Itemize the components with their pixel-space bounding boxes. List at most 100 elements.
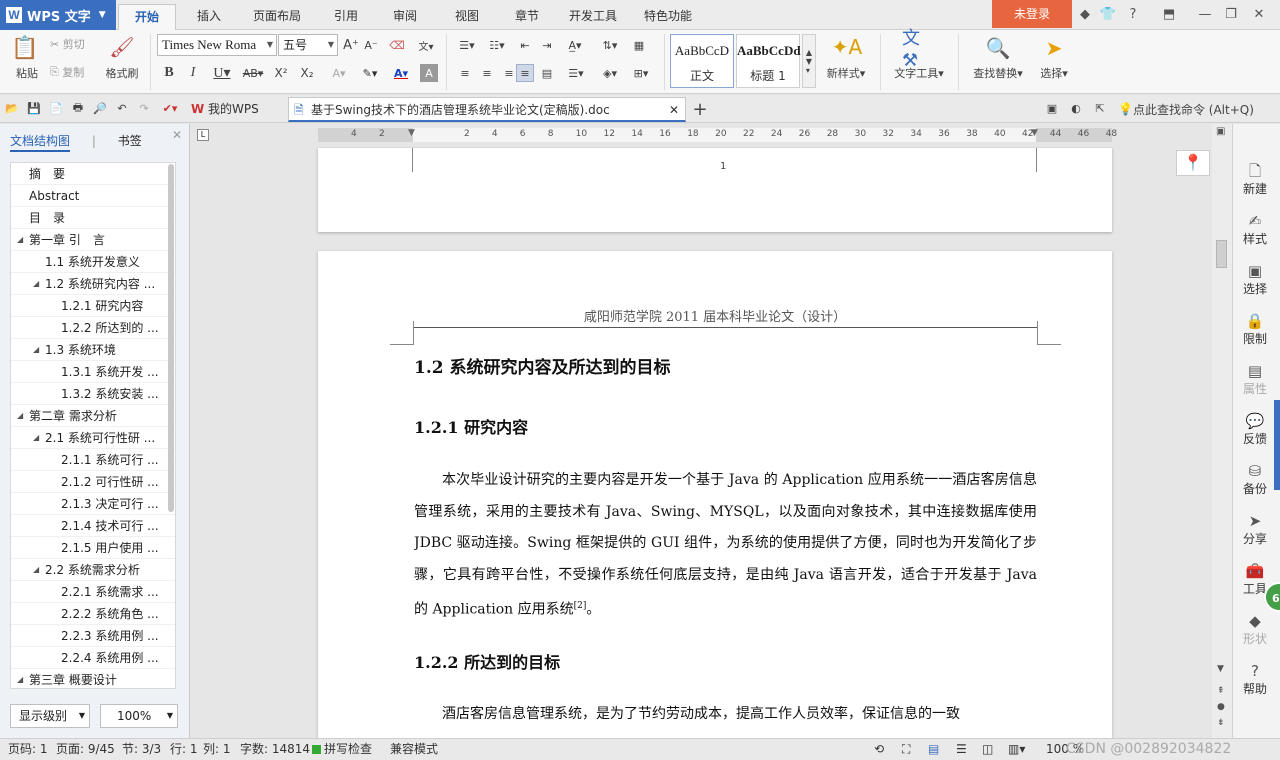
menu-tab-developer[interactable]: 开发工具 [556, 4, 630, 30]
side-button-share[interactable]: ➤ 分享 [1233, 512, 1277, 547]
font-color-icon[interactable]: A▾ [388, 64, 414, 82]
font-size-select[interactable]: 五号 ▼ [278, 34, 338, 56]
expand-triangle-icon[interactable]: ◢ [17, 229, 23, 250]
outline-item[interactable]: Abstract [11, 185, 175, 207]
char-shading-icon[interactable]: A [420, 64, 438, 82]
outline-scrollbar[interactable] [168, 164, 174, 512]
clear-format-icon[interactable]: ⌫ [388, 36, 406, 54]
text-effect-icon[interactable]: A▾ [326, 64, 352, 82]
text-direction-icon[interactable]: A̲▾ [562, 36, 588, 54]
status-page[interactable]: 页面: 9/45 [56, 739, 115, 760]
panel-zoom-select[interactable]: 100% ▼ [100, 704, 178, 728]
tab-bookmarks[interactable]: 书签 [118, 134, 142, 148]
horizontal-ruler[interactable]: 4 2 2 4 6 8 10 12 14 16 18 20 22 24 26 28 30 32 34 36 38 40 42… [318, 128, 1117, 142]
outline-item[interactable]: 摘 要 [11, 163, 175, 185]
level-select[interactable]: 显示级别 ▼ [10, 704, 90, 728]
style-normal[interactable]: AaBbCcD 正文 [670, 34, 734, 88]
outline-item[interactable]: 1.2.2 所达到的 ... [11, 317, 175, 339]
decrease-indent-icon[interactable]: ⇤ [516, 36, 534, 54]
menu-tab-review[interactable]: 审阅 [378, 4, 432, 30]
open-icon[interactable]: 📂 [4, 100, 20, 116]
format-painter-icon[interactable]: 🖌 [104, 34, 140, 60]
outline-item[interactable]: 2.1.5 用户使用 ... [11, 537, 175, 559]
outline-item[interactable]: ◢ 2.2 系统需求分析 [11, 559, 175, 581]
new-style-icon[interactable]: ✦A [830, 34, 864, 60]
next-page-icon[interactable]: ⇟ [1217, 718, 1225, 728]
ruler-toggle-icon[interactable]: L [197, 129, 209, 141]
outline-item[interactable]: ◢ 第二章 需求分析 [11, 405, 175, 427]
history-icon[interactable]: ⟲ [874, 739, 884, 760]
menu-tab-home[interactable]: 开始 [118, 4, 176, 30]
numbered-list-icon[interactable]: ☷▾ [484, 36, 510, 54]
web-view-icon[interactable]: ◫ [982, 739, 993, 760]
side-button-shape[interactable]: ◆ 形状 [1233, 612, 1277, 647]
app-menu-button[interactable]: W WPS 文字 ▼ [0, 0, 116, 30]
help-icon[interactable]: ? [1124, 6, 1142, 24]
tab-document-map[interactable]: 文档结构图 [10, 134, 71, 152]
outline-item[interactable]: 2.2.2 系统角色 ... [11, 603, 175, 625]
menu-tab-sections[interactable]: 章节 [500, 4, 554, 30]
increase-indent-icon[interactable]: ⇥ [538, 36, 556, 54]
status-word-count[interactable]: 字数: 14814 [240, 739, 310, 760]
outline-item[interactable]: ◢ 1.3 系统环境 [11, 339, 175, 361]
outline-item[interactable]: 2.2.4 系统用例 ... [11, 647, 175, 669]
menu-tab-view[interactable]: 视图 [440, 4, 494, 30]
find-replace-button[interactable]: 查找替换 ▾ [966, 64, 1030, 82]
save-icon[interactable]: 💾 [26, 100, 42, 116]
outline-item[interactable]: 2.2.1 系统需求 ... [11, 581, 175, 603]
print-preview-icon[interactable]: 🔎 [92, 100, 108, 116]
paste-button[interactable]: 粘贴 [8, 64, 46, 82]
location-pin-icon[interactable]: 📍 [1176, 150, 1210, 176]
read-mode-icon[interactable]: ◐ [1068, 100, 1084, 116]
pinyin-icon[interactable]: 文▾ [412, 36, 440, 54]
tab-my-wps[interactable]: W 我的WPS [186, 97, 282, 122]
prev-page-icon[interactable]: ⇞ [1217, 686, 1225, 696]
restore-ribbon-icon[interactable]: ⬒ [1160, 6, 1178, 24]
text-tools-icon[interactable]: 文⚒ [902, 28, 936, 71]
find-replace-icon[interactable]: 🔍 [984, 34, 1012, 62]
paste-icon[interactable]: 📋 [8, 34, 42, 62]
skin-icon[interactable]: ◆ [1076, 6, 1094, 24]
shrink-font-icon[interactable]: A⁻ [362, 36, 380, 54]
outline-item[interactable]: 1.3.1 系统开发 ... [11, 361, 175, 383]
read-view-icon[interactable]: ▥▾ [1008, 739, 1025, 760]
undo-icon[interactable]: ↶ [114, 100, 130, 116]
bullet-list-icon[interactable]: ☰▾ [454, 36, 480, 54]
side-button-properties[interactable]: ▤ 属性 [1233, 362, 1277, 397]
table-icon[interactable]: ▦ [630, 36, 648, 54]
scroll-thumb[interactable] [1216, 240, 1227, 268]
strikethrough-button[interactable]: AB▾ [238, 64, 268, 82]
side-button-restrict[interactable]: 🔒 限制 [1233, 312, 1277, 347]
expand-triangle-icon[interactable]: ◢ [33, 339, 39, 360]
expand-triangle-icon[interactable]: ◢ [33, 559, 39, 580]
vertical-scrollbar[interactable]: ▣ ▼ ⇞ ● ⇟ [1212, 124, 1232, 738]
font-name-select[interactable]: Times New Roma ▼ [157, 34, 277, 56]
status-spell-check[interactable]: 拼写检查 [324, 739, 372, 760]
select-button[interactable]: 选择 ▾ [1034, 64, 1074, 82]
close-tab-icon[interactable]: ✕ [669, 98, 679, 122]
expand-triangle-icon[interactable]: ◢ [33, 427, 39, 448]
side-button-style[interactable]: ✍ 样式 [1233, 212, 1277, 247]
side-button-new[interactable]: 🗋 新建 [1233, 162, 1277, 197]
outline-item[interactable]: ◢ 第一章 引 言 [11, 229, 175, 251]
line-spacing-icon[interactable]: ☰▾ [562, 64, 590, 82]
outline-item[interactable]: ◢ 2.1 系统可行性研 ... [11, 427, 175, 449]
tab-active-document[interactable]: 🗎 基于Swing技术下的酒店管理系统毕业论文(定稿版).doc ✕ [288, 97, 686, 122]
new-tab-icon[interactable]: + [690, 99, 710, 120]
sort-icon[interactable]: ⇅▾ [596, 36, 624, 54]
new-style-button[interactable]: 新样式 ▾ [820, 64, 872, 82]
expand-triangle-icon[interactable]: ◢ [17, 669, 23, 688]
border-icon[interactable]: ⊞▾ [628, 64, 654, 82]
export-pdf-icon[interactable]: 📄 [48, 100, 64, 116]
side-button-help[interactable]: ? 帮助 [1233, 662, 1277, 697]
page-view-icon[interactable]: ▤ [928, 739, 939, 760]
expand-triangle-icon[interactable]: ◢ [17, 405, 23, 426]
maximize-icon[interactable]: ❐ [1222, 6, 1240, 24]
outline-item[interactable]: 目 录 [11, 207, 175, 229]
share-icon[interactable]: ⇱ [1092, 100, 1108, 116]
command-search[interactable]: 💡 点此查找命令 (Alt+Q) [1118, 99, 1258, 119]
grow-font-icon[interactable]: A⁺ [342, 36, 360, 54]
underline-button[interactable]: U▾ [208, 64, 236, 82]
split-icon[interactable]: ▣ [1216, 126, 1225, 137]
outline-item[interactable]: 1.2.1 研究内容 [11, 295, 175, 317]
